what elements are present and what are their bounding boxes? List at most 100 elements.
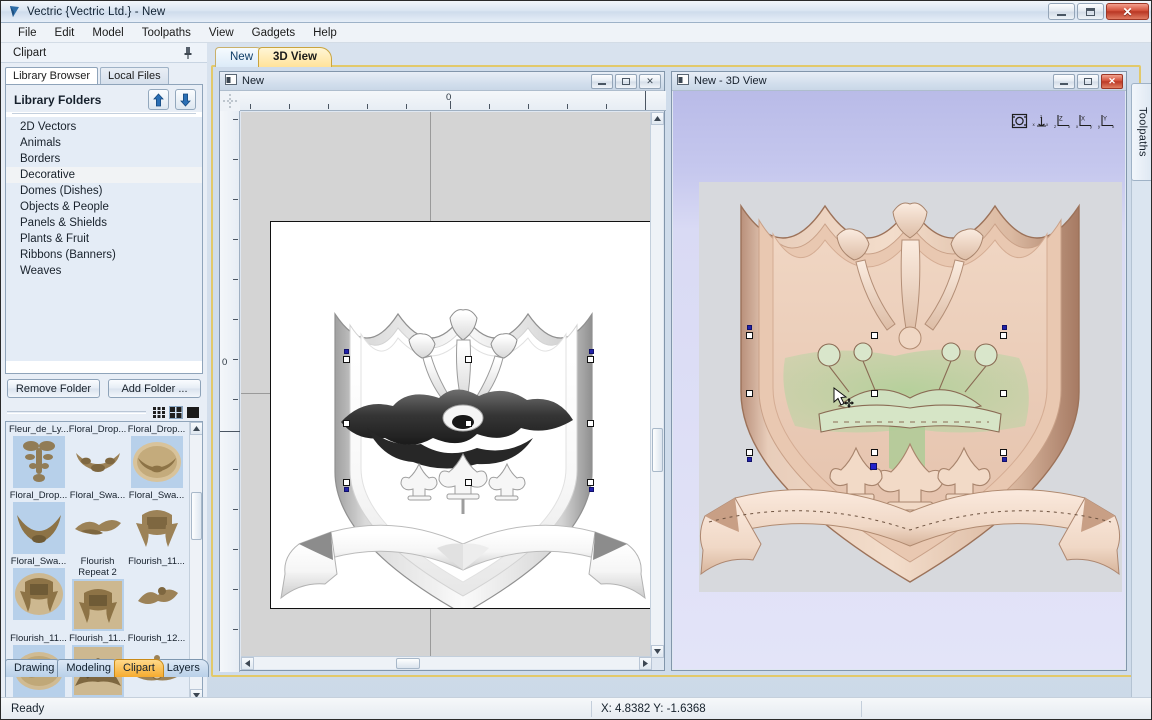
minimize-button[interactable] bbox=[591, 74, 613, 89]
folder-item-decorative[interactable]: Decorative bbox=[6, 167, 202, 183]
selection-handle[interactable] bbox=[344, 349, 349, 354]
clipart-item[interactable]: Floral_Swa... bbox=[127, 490, 186, 554]
selection-handle[interactable] bbox=[343, 420, 350, 427]
tab-modeling[interactable]: Modeling bbox=[57, 659, 120, 677]
selection-handle[interactable] bbox=[465, 479, 472, 486]
tab-local-files[interactable]: Local Files bbox=[100, 67, 169, 84]
tab-clipart[interactable]: Clipart bbox=[114, 659, 164, 677]
selection-handle[interactable] bbox=[589, 349, 594, 354]
folder-item-borders[interactable]: Borders bbox=[6, 151, 202, 167]
scrollbar-thumb[interactable] bbox=[396, 658, 420, 669]
tab-library-browser[interactable]: Library Browser bbox=[5, 67, 99, 84]
selection-handle[interactable] bbox=[1000, 449, 1007, 456]
menu-item-view[interactable]: View bbox=[200, 25, 243, 41]
selection-handle[interactable] bbox=[746, 390, 753, 397]
arrow-down-icon[interactable] bbox=[175, 89, 196, 110]
clipart-thumbnail-image[interactable] bbox=[130, 436, 183, 488]
menu-item-file[interactable]: File bbox=[9, 25, 46, 41]
menu-item-help[interactable]: Help bbox=[304, 25, 346, 41]
clipart-item[interactable]: Fleur_de_Ly... bbox=[9, 424, 68, 488]
folder-item-weaves[interactable]: Weaves bbox=[6, 263, 202, 279]
clipart-item[interactable]: Floral_Drop... bbox=[127, 424, 186, 488]
menu-item-model[interactable]: Model bbox=[83, 25, 132, 41]
selection-handle[interactable] bbox=[465, 356, 472, 363]
view-y-icon[interactable]: Y x y bbox=[1098, 113, 1117, 130]
toolpaths-tab[interactable]: Toolpaths bbox=[1131, 83, 1151, 181]
solid-square-icon[interactable] bbox=[186, 406, 200, 419]
selection-handle[interactable] bbox=[343, 479, 350, 486]
minimize-button[interactable] bbox=[1048, 3, 1075, 20]
menu-item-gadgets[interactable]: Gadgets bbox=[243, 25, 304, 41]
2d-vertical-scrollbar[interactable] bbox=[650, 112, 664, 658]
clipart-item[interactable]: Floral_Drop... bbox=[9, 490, 68, 554]
clipart-thumbnail-image[interactable] bbox=[12, 502, 65, 554]
folder-item-2d-vectors[interactable]: 2D Vectors bbox=[6, 119, 202, 135]
selection-handle[interactable] bbox=[587, 479, 594, 486]
selection-handle[interactable] bbox=[747, 325, 752, 330]
isometric-view-icon[interactable]: z x x bbox=[1032, 113, 1051, 130]
maximize-button[interactable] bbox=[1077, 3, 1104, 20]
clipart-item[interactable]: Flourish_11... bbox=[127, 556, 186, 631]
zoom-extents-icon[interactable] bbox=[1010, 113, 1029, 130]
scrollbar-thumb[interactable] bbox=[652, 428, 663, 472]
restore-button[interactable] bbox=[615, 74, 637, 89]
selection-handle[interactable] bbox=[1002, 325, 1007, 330]
menu-item-edit[interactable]: Edit bbox=[46, 25, 84, 41]
view-x-icon[interactable]: X y x bbox=[1076, 113, 1095, 130]
selection-handle[interactable] bbox=[587, 356, 594, 363]
large-grid-icon[interactable] bbox=[169, 405, 183, 419]
clipart-thumbnail-image[interactable] bbox=[71, 579, 124, 631]
clipart-item[interactable]: Floral_Swa... bbox=[9, 556, 68, 631]
selection-handle[interactable] bbox=[344, 487, 349, 492]
clipart-thumbnail-image[interactable] bbox=[12, 568, 65, 620]
selection-handle[interactable] bbox=[871, 332, 878, 339]
scroll-down-icon[interactable] bbox=[651, 645, 664, 658]
3d-canvas[interactable]: z x x Z x z X y x Y x y bbox=[673, 91, 1125, 669]
clipart-thumbnail-image[interactable] bbox=[72, 502, 124, 554]
selection-handle[interactable] bbox=[587, 420, 594, 427]
tab-drawing[interactable]: Drawing bbox=[5, 659, 64, 677]
2d-horizontal-scrollbar[interactable] bbox=[241, 656, 652, 670]
folder-item-domes-dishes[interactable]: Domes (Dishes) bbox=[6, 183, 202, 199]
selection-handle[interactable] bbox=[746, 332, 753, 339]
clipart-item[interactable]: Floral_Drop... bbox=[68, 424, 127, 488]
scrollbar-thumb[interactable] bbox=[191, 492, 202, 540]
add-folder-button[interactable]: Add Folder ... bbox=[108, 379, 201, 398]
selection-handle[interactable] bbox=[1002, 457, 1007, 462]
2d-canvas[interactable] bbox=[241, 112, 652, 658]
folder-item-objects-people[interactable]: Objects & People bbox=[6, 199, 202, 215]
selection-handle[interactable] bbox=[871, 449, 878, 456]
small-grid-icon[interactable] bbox=[152, 406, 166, 419]
selection-handle[interactable] bbox=[589, 487, 594, 492]
selection-handle[interactable] bbox=[465, 420, 472, 427]
clipart-thumbnail-image[interactable] bbox=[131, 568, 183, 620]
scroll-up-icon[interactable] bbox=[651, 112, 664, 125]
minimize-button[interactable] bbox=[1053, 74, 1075, 89]
selection-handle[interactable] bbox=[1000, 332, 1007, 339]
folder-item-animals[interactable]: Animals bbox=[6, 135, 202, 151]
scroll-right-icon[interactable] bbox=[639, 657, 652, 670]
selection-center-handle[interactable] bbox=[870, 463, 877, 470]
scroll-up-icon[interactable] bbox=[190, 422, 202, 435]
clipart-thumbnail-image[interactable] bbox=[12, 436, 65, 488]
scroll-left-icon[interactable] bbox=[241, 657, 254, 670]
clipart-item[interactable]: Flourish Repeat 2 bbox=[68, 556, 127, 631]
menu-item-toolpaths[interactable]: Toolpaths bbox=[133, 25, 200, 41]
close-button[interactable]: ✕ bbox=[1101, 74, 1123, 89]
pin-icon[interactable] bbox=[183, 47, 193, 59]
view-z-icon[interactable]: Z x z bbox=[1054, 113, 1073, 130]
clipart-thumbnail-image[interactable] bbox=[72, 436, 124, 488]
selection-handle[interactable] bbox=[1000, 390, 1007, 397]
folder-item-ribbons-banners[interactable]: Ribbons (Banners) bbox=[6, 247, 202, 263]
selection-handle[interactable] bbox=[343, 356, 350, 363]
remove-folder-button[interactable]: Remove Folder bbox=[7, 379, 100, 398]
folder-item-panels-shields[interactable]: Panels & Shields bbox=[6, 215, 202, 231]
selection-handle[interactable] bbox=[746, 449, 753, 456]
tab-layers[interactable]: Layers bbox=[157, 659, 209, 677]
clipart-thumbnail-image[interactable] bbox=[131, 502, 183, 554]
close-button[interactable]: ✕ bbox=[639, 74, 661, 89]
restore-button[interactable] bbox=[1077, 74, 1099, 89]
arrow-up-icon[interactable] bbox=[147, 89, 169, 110]
close-button[interactable]: ✕ bbox=[1106, 3, 1149, 20]
folder-item-plants-fruit[interactable]: Plants & Fruit bbox=[6, 231, 202, 247]
